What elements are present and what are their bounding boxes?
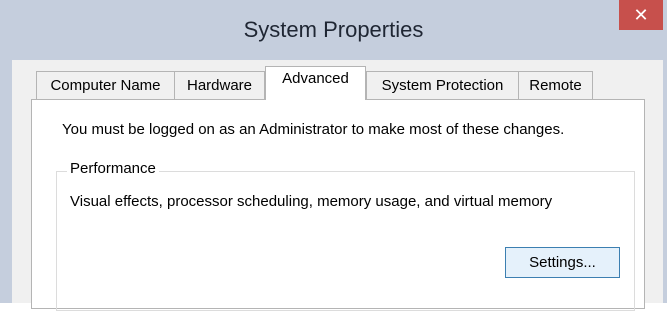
performance-description: Visual effects, processor scheduling, me…	[70, 193, 553, 210]
tab-computer-name[interactable]: Computer Name	[36, 71, 175, 99]
tab-label: Hardware	[186, 77, 253, 94]
tab-label: Remote	[529, 77, 582, 94]
tab-label: Computer Name	[50, 77, 161, 94]
close-button[interactable]: ✕	[619, 0, 663, 30]
tab-hardware[interactable]: Hardware	[174, 71, 265, 99]
tab-label: System Protection	[381, 77, 504, 94]
window-title: System Properties	[243, 17, 424, 42]
tab-system-protection[interactable]: System Protection	[366, 71, 519, 99]
close-icon: ✕	[633, 4, 649, 25]
tab-remote[interactable]: Remote	[518, 71, 593, 99]
performance-legend: Performance	[67, 160, 159, 177]
performance-settings-button[interactable]: Settings...	[505, 247, 620, 278]
tab-advanced[interactable]: Advanced	[265, 66, 366, 100]
administrator-notice: You must be logged on as an Administrato…	[62, 121, 565, 138]
tab-label: Advanced	[282, 70, 349, 87]
performance-groupbox	[56, 171, 635, 311]
system-properties-window: System Properties ✕ Computer Name Hardwa…	[0, 0, 667, 311]
